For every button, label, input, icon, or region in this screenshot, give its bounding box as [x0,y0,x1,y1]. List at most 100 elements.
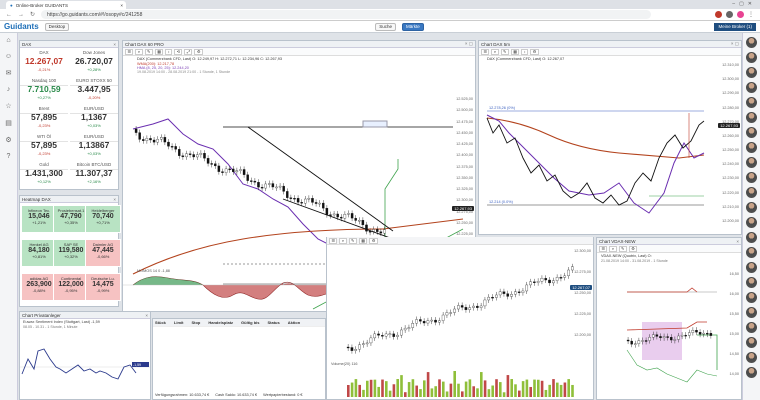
avatar[interactable] [746,307,757,318]
avatar[interactable] [746,142,757,153]
home-icon[interactable]: ⌂ [6,37,10,44]
chart-tool-button[interactable]: ⚙ [530,48,539,55]
heatmap-cell[interactable]: Infineon Tec. 15,046 +1,21% [21,205,57,233]
chat-icon[interactable]: ✉ [6,69,12,77]
avatar[interactable] [746,352,757,363]
chart-tool-button[interactable]: ✎ [618,245,627,252]
avatar[interactable] [746,262,757,273]
chart-tool-button[interactable]: ⌕ [339,237,347,244]
chart-tool-button[interactable]: ⌕ [609,245,617,252]
menu-icon[interactable]: ⋮ [748,11,754,18]
avatar[interactable] [746,367,757,378]
close-icon[interactable]: × ▢ [731,41,739,47]
extension-icon[interactable] [726,11,733,18]
candle [673,339,677,341]
avatar[interactable] [746,67,757,78]
orders-header: Stück Limit Stop Handelsplatz Gültig bis Stat… [153,319,325,327]
browser-tab[interactable]: ● Online-Broker GUIDANTS × [6,1,126,9]
vdax-chart-canvas[interactable] [597,270,741,400]
chart-tool-button[interactable]: ⟲ [174,48,183,55]
settings-icon[interactable]: ⚙ [5,136,11,144]
candle [637,340,641,344]
avatar[interactable] [746,292,757,303]
close-icon[interactable]: × [736,239,739,244]
avatar[interactable] [746,202,757,213]
heatmap-cell[interactable]: SAP SE 119,580 +0,32% [53,239,89,267]
sentiment-chart[interactable]: -1,59 [20,329,150,395]
profile-icon[interactable] [737,11,744,18]
chart-tool-button[interactable]: ☰ [125,48,134,55]
heatmap-cell[interactable]: adidas AG 263,900 -0,88% [21,273,57,301]
volume-bar [559,384,563,397]
avatar[interactable] [746,157,757,168]
avatar[interactable] [746,187,757,198]
heatmap-cell[interactable]: Heidelberger 70,740 +0,71% [85,205,121,233]
candle [460,305,464,308]
axis-tick-label: 12.525,00 [456,97,473,101]
close-icon[interactable]: × [113,197,116,202]
quote-tile[interactable]: Bitcoin BTC/USD 11.307,37 +2,16% [70,160,118,198]
reload-icon[interactable]: ↻ [30,11,35,18]
search-button[interactable]: Suche [375,22,396,31]
markets-button[interactable]: Märkte [401,22,424,31]
chart-tool-button[interactable]: ☰ [481,48,490,55]
avatar[interactable] [746,247,757,258]
chart-icon[interactable]: ▤ [5,119,12,127]
forward-icon[interactable]: → [18,12,24,18]
avatar[interactable] [746,232,757,243]
avatar[interactable] [746,82,757,93]
heatmap-cell[interactable]: Prosiebensat.1 47,790 +0,35% [53,205,89,233]
bell-icon[interactable]: ♪ [7,86,11,93]
extension-icon[interactable] [715,11,722,18]
heatmap-cell[interactable]: Henkel AG 84,180 +0,81% [21,239,57,267]
avatar[interactable] [746,172,757,183]
heatmap-cell[interactable]: Continental 122,000 -0,95% [53,273,89,301]
chart-tool-button[interactable]: ✎ [500,48,509,55]
chart-tool-button[interactable]: ⚙ [369,237,378,244]
panel-header: Chart DAX 60 PRO × ▢ [123,41,475,48]
avatar[interactable] [746,127,757,138]
heatmap-cell[interactable]: Daimler AG 47,445 -0,66% [85,239,121,267]
right-chart-canvas[interactable]: 12.278,26 (0%) 12.214 (0.0%) [479,63,741,233]
desktop-button[interactable]: Desktop [44,22,70,31]
url-field[interactable]: https://go.guidants.com/#!/osopy#c/24125… [41,10,652,19]
sentiment-panel: Chart Privatanleger × Euwax Sentiment Ind… [19,311,151,400]
star-icon[interactable]: ☆ [5,102,11,110]
chart-tool-button[interactable]: ⚙ [628,245,638,252]
window-controls[interactable]: –▢✕ [732,1,756,7]
chart-tool-button[interactable]: ▦ [358,237,368,244]
close-icon[interactable]: × [145,313,148,318]
chart-tool-button[interactable]: ⚙ [194,48,203,55]
avatar[interactable] [746,37,757,48]
heatmap-cell[interactable]: Deutsche Lu. 14,475 -0,99% [85,273,121,301]
quotes-grid: DAX 12.267,07 -0,21% Dow Jones 26.720,07 +0,… [20,48,118,198]
avatar[interactable] [746,112,757,123]
chart-tool-button[interactable]: ☰ [329,237,338,244]
avatar[interactable] [746,52,757,63]
user-icon[interactable]: ☺ [5,53,12,60]
chart-tool-button[interactable]: ⌕ [135,48,143,55]
close-icon[interactable]: × ▢ [465,41,473,47]
close-icon[interactable]: × [113,42,116,47]
avatar[interactable] [746,97,757,108]
quote-tile[interactable]: Gold 1.431,300 +0,12% [20,160,68,198]
avatar[interactable] [746,217,757,228]
candle [411,323,415,328]
back-icon[interactable]: ← [6,12,12,18]
chart-tool-button[interactable]: ⌕ [491,48,499,55]
broker-button[interactable]: Meine Broker (1) [714,22,756,31]
help-icon[interactable]: ? [7,153,11,160]
avatar[interactable] [746,337,757,348]
avatar[interactable] [746,277,757,288]
mid-chart-canvas[interactable] [327,247,593,357]
chart-tool-button[interactable]: ✎ [144,48,153,55]
chart-tool-button[interactable]: ▦ [154,48,164,55]
chart-tool-button[interactable]: ↕ [521,48,529,55]
chart-tool-button[interactable]: ↕ [165,48,173,55]
chart-tool-button[interactable]: ▦ [510,48,520,55]
chart-tool-button[interactable]: ⤢ [184,48,193,55]
avatar[interactable] [746,322,757,333]
chart-tool-button[interactable]: ✎ [348,237,357,244]
close-tab-icon[interactable]: × [120,3,123,8]
chart-tool-button[interactable]: ☰ [599,245,608,252]
